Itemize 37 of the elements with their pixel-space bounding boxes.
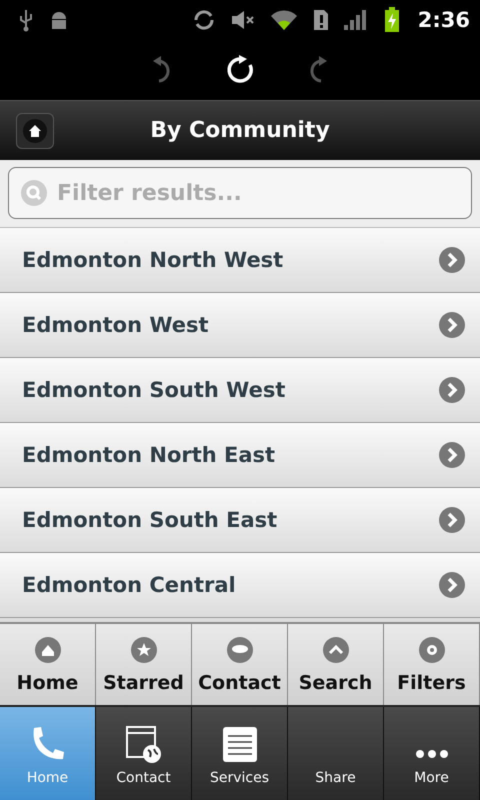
chevron-right-icon	[438, 311, 466, 339]
home-icon	[34, 636, 62, 664]
search-icon	[20, 179, 48, 207]
list-item[interactable]: Edmonton North East	[0, 423, 480, 488]
search-field[interactable]: Filter results...	[8, 167, 472, 219]
chevron-up-icon	[322, 636, 350, 664]
chevron-right-icon	[438, 441, 466, 469]
chevron-right-icon	[438, 246, 466, 274]
wifi-icon	[270, 9, 298, 31]
chevron-right-icon	[438, 571, 466, 599]
tab[interactable]: Share	[288, 707, 384, 800]
chat-icon	[226, 636, 254, 664]
tab[interactable]: More	[384, 707, 480, 800]
sim-alert-icon	[312, 8, 330, 32]
list-item[interactable]: Edmonton Central	[0, 553, 480, 618]
home-button[interactable]	[16, 112, 54, 148]
chevron-right-icon	[438, 506, 466, 534]
battery-charging-icon	[384, 7, 400, 33]
list-item[interactable]: Edmonton South East	[0, 488, 480, 553]
toolbar-button[interactable]: Filters	[384, 624, 480, 705]
list-item[interactable]: Edmonton South West	[0, 358, 480, 423]
toolbar-button[interactable]: Starred	[96, 624, 192, 705]
status-time: 2:36	[418, 8, 470, 32]
toolbar-button[interactable]: Home	[0, 624, 96, 705]
page-title: By Community	[149, 118, 331, 143]
usb-icon	[18, 8, 34, 32]
muted-speaker-icon	[230, 9, 256, 31]
tab[interactable]: Services	[192, 707, 288, 800]
sync-icon	[192, 8, 216, 32]
chevron-right-icon	[438, 376, 466, 404]
toolbar-button[interactable]: Search	[288, 624, 384, 705]
list-item[interactable]: Edmonton North West	[0, 228, 480, 293]
tab[interactable]: Contact	[96, 707, 192, 800]
refresh-icon[interactable]	[225, 55, 255, 85]
toolbar-button[interactable]: Contact	[192, 624, 288, 705]
browser-globe-icon	[124, 724, 164, 764]
list-item[interactable]: Edmonton West	[0, 293, 480, 358]
